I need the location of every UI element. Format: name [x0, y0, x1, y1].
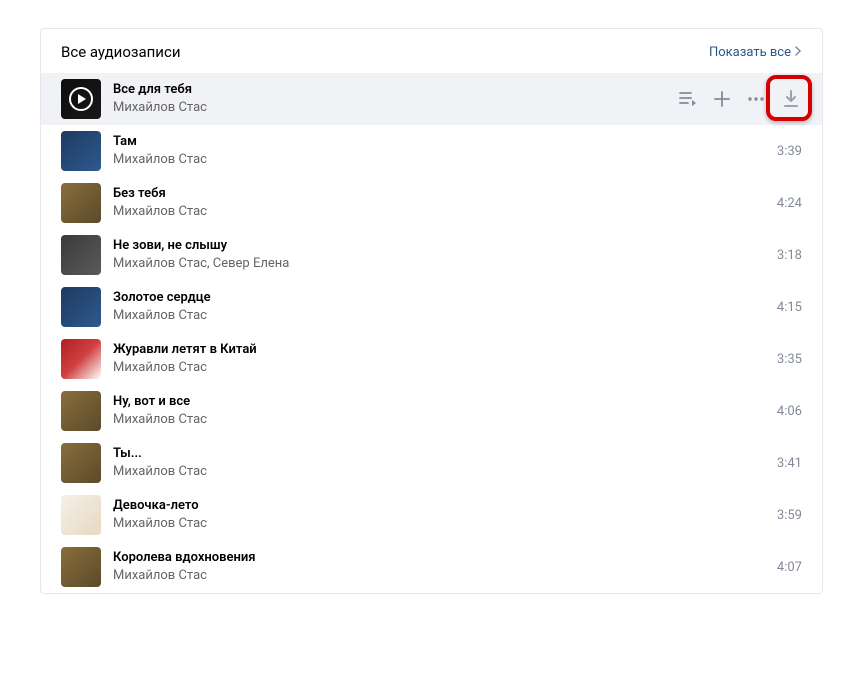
panel-header: Все аудиозаписи Показать все: [41, 29, 822, 73]
track-duration: 3:39: [766, 144, 802, 159]
album-cover[interactable]: [61, 339, 101, 379]
track-row[interactable]: Ты... Михайлов Стас 3:41: [41, 437, 822, 489]
album-cover[interactable]: [61, 391, 101, 431]
track-row[interactable]: Ну, вот и все Михайлов Стас 4:06: [41, 385, 822, 437]
play-next-icon[interactable]: [678, 89, 698, 109]
track-row[interactable]: Журавли летят в Китай Михайлов Стас 3:35: [41, 333, 822, 385]
show-all-text: Показать все: [709, 45, 791, 60]
track-title: Золотое сердце: [113, 290, 766, 307]
play-icon: [69, 87, 93, 111]
track-duration: 3:59: [766, 508, 802, 523]
track-artist[interactable]: Михайлов Стас: [113, 360, 766, 377]
track-row[interactable]: Девочка-лето Михайлов Стас 3:59: [41, 489, 822, 541]
track-row[interactable]: Золотое сердце Михайлов Стас 4:15: [41, 281, 822, 333]
track-duration: 4:06: [766, 404, 802, 419]
track-artist[interactable]: Михайлов Стас: [113, 568, 766, 585]
track-title: Там: [113, 134, 766, 151]
album-cover[interactable]: [61, 547, 101, 587]
track-title: Девочка-лето: [113, 498, 766, 515]
album-cover[interactable]: [61, 495, 101, 535]
track-row[interactable]: Все для тебя Михайлов Стас: [41, 73, 822, 125]
track-info: Ты... Михайлов Стас: [113, 446, 766, 481]
track-title: Без тебя: [113, 186, 766, 203]
track-row[interactable]: Не зови, не слышу Михайлов Стас, Север Е…: [41, 229, 822, 281]
download-button[interactable]: [780, 88, 802, 110]
track-row[interactable]: Там Михайлов Стас 3:39: [41, 125, 822, 177]
more-icon[interactable]: [746, 89, 766, 109]
track-info: Журавли летят в Китай Михайлов Стас: [113, 342, 766, 377]
track-artist[interactable]: Михайлов Стас: [113, 100, 678, 117]
track-title: Королева вдохновения: [113, 550, 766, 567]
show-all-link[interactable]: Показать все: [709, 45, 802, 60]
track-duration: 4:15: [766, 300, 802, 315]
play-overlay[interactable]: [61, 79, 101, 119]
track-list: Все для тебя Михайлов Стас Та: [41, 73, 822, 593]
track-info: Золотое сердце Михайлов Стас: [113, 290, 766, 325]
track-row[interactable]: Королева вдохновения Михайлов Стас 4:07: [41, 541, 822, 593]
track-artist[interactable]: Михайлов Стас: [113, 412, 766, 429]
track-duration: 3:18: [766, 248, 802, 263]
album-cover[interactable]: [61, 79, 101, 119]
track-info: Без тебя Михайлов Стас: [113, 186, 766, 221]
track-info: Не зови, не слышу Михайлов Стас, Север Е…: [113, 238, 766, 273]
audio-panel: Все аудиозаписи Показать все Все для теб…: [40, 28, 823, 594]
track-info: Там Михайлов Стас: [113, 134, 766, 169]
album-cover[interactable]: [61, 131, 101, 171]
track-actions: [678, 89, 766, 109]
track-info: Девочка-лето Михайлов Стас: [113, 498, 766, 533]
track-duration: 4:07: [766, 560, 802, 575]
track-title: Ну, вот и все: [113, 394, 766, 411]
track-title: Не зови, не слышу: [113, 238, 766, 255]
track-artist[interactable]: Михайлов Стас: [113, 152, 766, 169]
track-artist[interactable]: Михайлов Стас: [113, 308, 766, 325]
album-cover[interactable]: [61, 287, 101, 327]
track-info: Ну, вот и все Михайлов Стас: [113, 394, 766, 429]
track-info: Все для тебя Михайлов Стас: [113, 82, 678, 117]
track-title: Ты...: [113, 446, 766, 463]
track-artist[interactable]: Михайлов Стас: [113, 204, 766, 221]
chevron-right-icon: [795, 46, 802, 59]
track-artist[interactable]: Михайлов Стас, Север Елена: [113, 256, 766, 273]
panel-title: Все аудиозаписи: [61, 43, 180, 61]
track-duration: 3:41: [766, 456, 802, 471]
album-cover[interactable]: [61, 183, 101, 223]
track-artist[interactable]: Михайлов Стас: [113, 464, 766, 481]
album-cover[interactable]: [61, 235, 101, 275]
track-title: Журавли летят в Китай: [113, 342, 766, 359]
track-info: Королева вдохновения Михайлов Стас: [113, 550, 766, 585]
add-icon[interactable]: [712, 89, 732, 109]
album-cover[interactable]: [61, 443, 101, 483]
track-artist[interactable]: Михайлов Стас: [113, 516, 766, 533]
track-title: Все для тебя: [113, 82, 678, 99]
track-duration: 4:24: [766, 196, 802, 211]
track-duration: 3:35: [766, 352, 802, 367]
track-row[interactable]: Без тебя Михайлов Стас 4:24: [41, 177, 822, 229]
